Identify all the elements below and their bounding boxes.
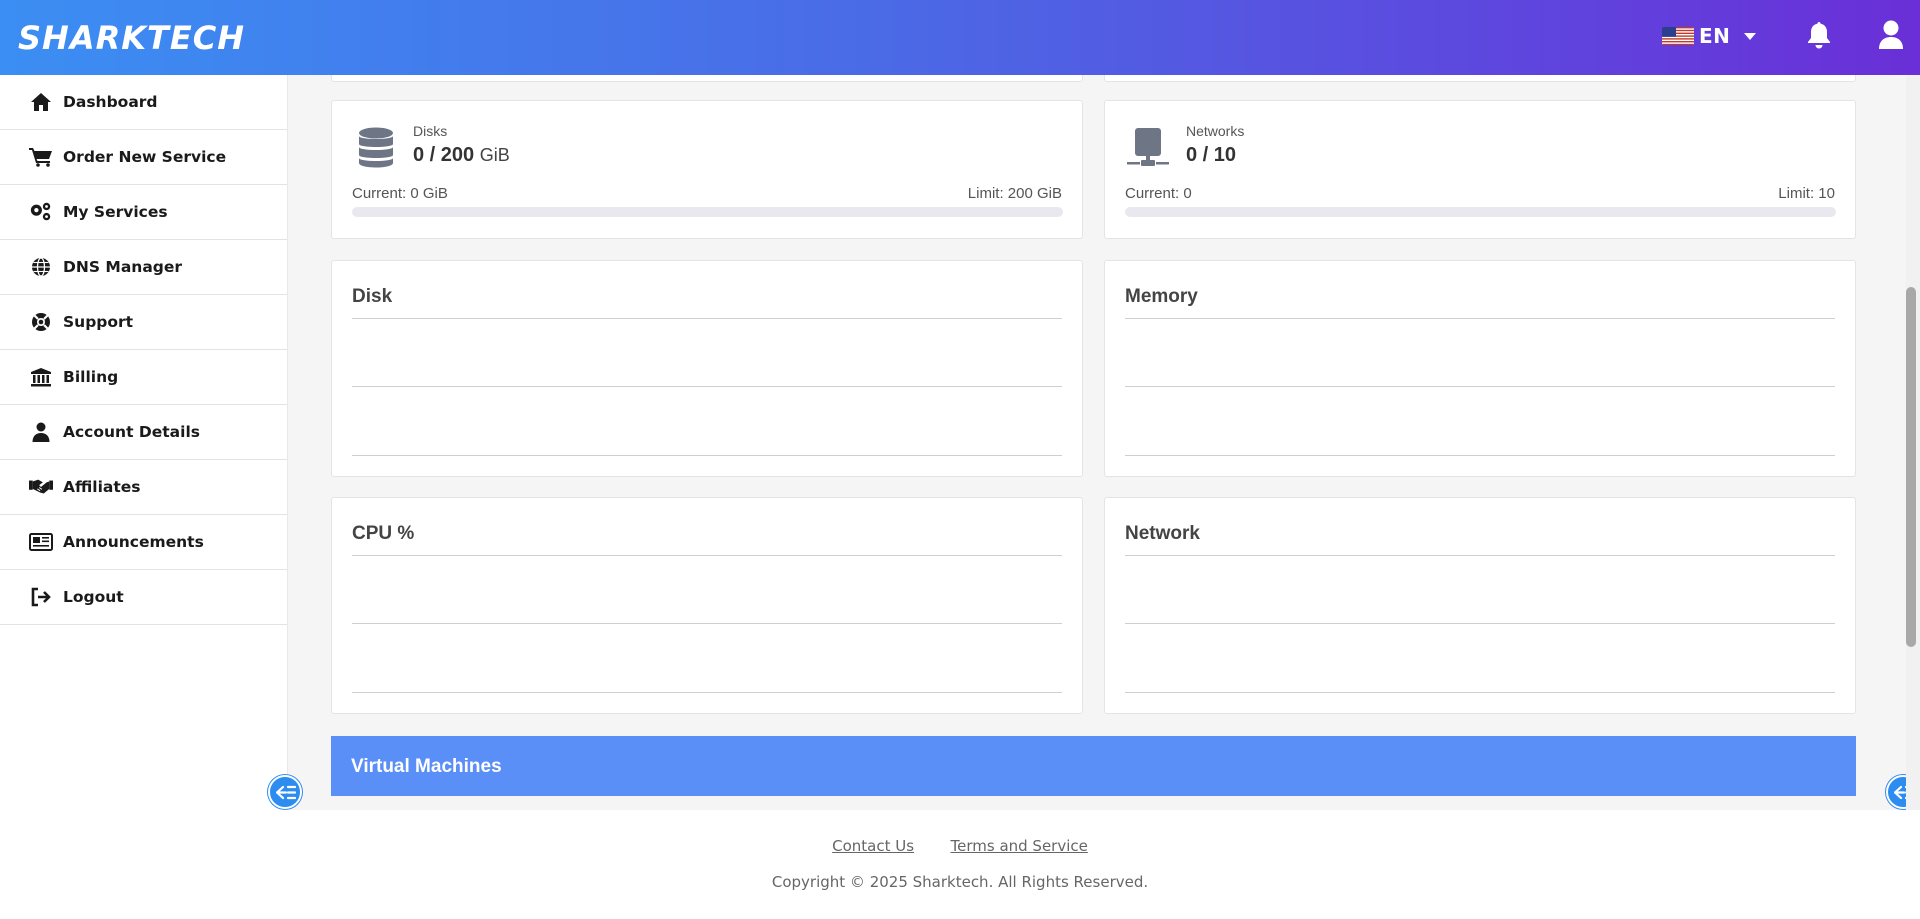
bell-icon[interactable] (1806, 21, 1832, 49)
disks-usage-bar (352, 207, 1063, 217)
collapse-arrow-icon (276, 785, 296, 800)
networks-title: Networks (1186, 123, 1245, 139)
cpu-chart-card: CPU % (331, 497, 1083, 714)
sidebar-item-billing[interactable]: Billing (0, 350, 287, 405)
chevron-down-icon (1744, 32, 1757, 40)
chart-gridline (352, 555, 1062, 556)
network-chart-title: Network (1125, 523, 1200, 544)
sidebar-item-label: Dashboard (63, 93, 158, 111)
networks-stat-card: Networks 0 / 10 Current: 0 Limit: 10 (1104, 100, 1856, 239)
networks-value: 0 / 10 (1186, 144, 1237, 166)
disks-value-number: 0 / 200 (413, 144, 475, 166)
newspaper-icon (29, 531, 53, 553)
cpu-chart-title: CPU % (352, 523, 415, 544)
logout-icon (29, 586, 53, 608)
sidebar-item-label: Order New Service (63, 148, 227, 166)
sidebar-item-affiliates[interactable]: Affiliates (0, 460, 287, 515)
chart-gridline (352, 318, 1062, 319)
sidebar-item-label: Billing (63, 368, 119, 386)
scrollbar-thumb[interactable] (1906, 287, 1916, 647)
user-account-icon[interactable] (1878, 20, 1904, 50)
disks-title: Disks (413, 123, 448, 139)
disks-value-unit: GiB (479, 145, 510, 165)
disks-limit: Limit: 200 GiB (967, 185, 1062, 202)
database-icon (358, 127, 394, 174)
chart-gridline (352, 623, 1062, 624)
chart-gridline (1125, 623, 1835, 624)
chart-gridline (1125, 386, 1835, 387)
chart-gridline (1125, 692, 1835, 693)
card-top-left (331, 75, 1083, 82)
us-flag-icon (1662, 27, 1694, 45)
sidebar-item-label: Account Details (63, 423, 200, 441)
sidebar-item-account-details[interactable]: Account Details (0, 405, 287, 460)
card-top-right (1104, 75, 1856, 82)
sharktech-logo[interactable]: SHARKTECH (18, 16, 248, 58)
sidebar-item-my-services[interactable]: My Services (0, 185, 287, 240)
handshake-icon (29, 476, 53, 498)
networks-limit: Limit: 10 (1778, 185, 1835, 202)
sidebar: Dashboard Order New Service My Services … (0, 75, 288, 810)
footer-links: Contact Us Terms and Service (0, 837, 1920, 856)
footer: Contact Us Terms and Service Copyright ©… (0, 810, 1920, 919)
bank-icon (29, 366, 53, 388)
gears-icon (29, 201, 53, 223)
disk-chart-title: Disk (352, 286, 393, 307)
lifebuoy-icon (29, 311, 53, 333)
network-chart-card: Network (1104, 497, 1856, 714)
svg-text:SHARKTECH: SHARKTECH (18, 19, 245, 57)
memory-chart-card: Memory (1104, 260, 1856, 477)
user-icon (29, 421, 53, 443)
sidebar-item-dns-manager[interactable]: DNS Manager (0, 240, 287, 295)
globe-icon (29, 256, 53, 278)
chart-gridline (1125, 318, 1835, 319)
networks-current: Current: 0 (1125, 185, 1192, 202)
sidebar-collapse-button[interactable] (268, 775, 302, 809)
home-icon (29, 91, 53, 113)
disks-current: Current: 0 GiB (352, 185, 448, 202)
disk-chart-card: Disk (331, 260, 1083, 477)
sidebar-item-label: Logout (63, 588, 124, 606)
sidebar-item-announcements[interactable]: Announcements (0, 515, 287, 570)
sidebar-item-support[interactable]: Support (0, 295, 287, 350)
sidebar-item-label: Support (63, 313, 134, 331)
sidebar-item-label: Affiliates (63, 478, 141, 496)
chart-gridline (352, 386, 1062, 387)
chart-gridline (352, 455, 1062, 456)
sidebar-item-logout[interactable]: Logout (0, 570, 287, 625)
top-header: SHARKTECH EN (0, 0, 1920, 75)
chart-gridline (1125, 455, 1835, 456)
cart-icon (29, 146, 53, 168)
networks-usage-bar (1125, 207, 1836, 217)
language-selector[interactable]: EN (1662, 24, 1757, 48)
sidebar-item-label: DNS Manager (63, 258, 183, 276)
copyright-text: Copyright © 2025 Sharktech. All Rights R… (771, 873, 1149, 891)
disks-value: 0 / 200 GiB (413, 144, 510, 167)
main-content: Disks 0 / 200 GiB Current: 0 GiB Limit: … (288, 75, 1906, 810)
terms-and-service-link[interactable]: Terms and Service (951, 837, 1088, 855)
language-label: EN (1699, 24, 1731, 48)
disks-stat-card: Disks 0 / 200 GiB Current: 0 GiB Limit: … (331, 100, 1083, 239)
sidebar-item-label: Announcements (63, 533, 204, 551)
memory-chart-title: Memory (1125, 286, 1198, 307)
sidebar-item-label: My Services (63, 203, 168, 221)
contact-us-link[interactable]: Contact Us (832, 837, 914, 855)
chart-gridline (352, 692, 1062, 693)
virtual-machines-title: Virtual Machines (351, 756, 502, 777)
sidebar-item-order-new-service[interactable]: Order New Service (0, 130, 287, 185)
network-icon (1127, 127, 1169, 174)
chart-gridline (1125, 555, 1835, 556)
sidebar-item-dashboard[interactable]: Dashboard (0, 75, 287, 130)
virtual-machines-header: Virtual Machines (331, 736, 1856, 796)
